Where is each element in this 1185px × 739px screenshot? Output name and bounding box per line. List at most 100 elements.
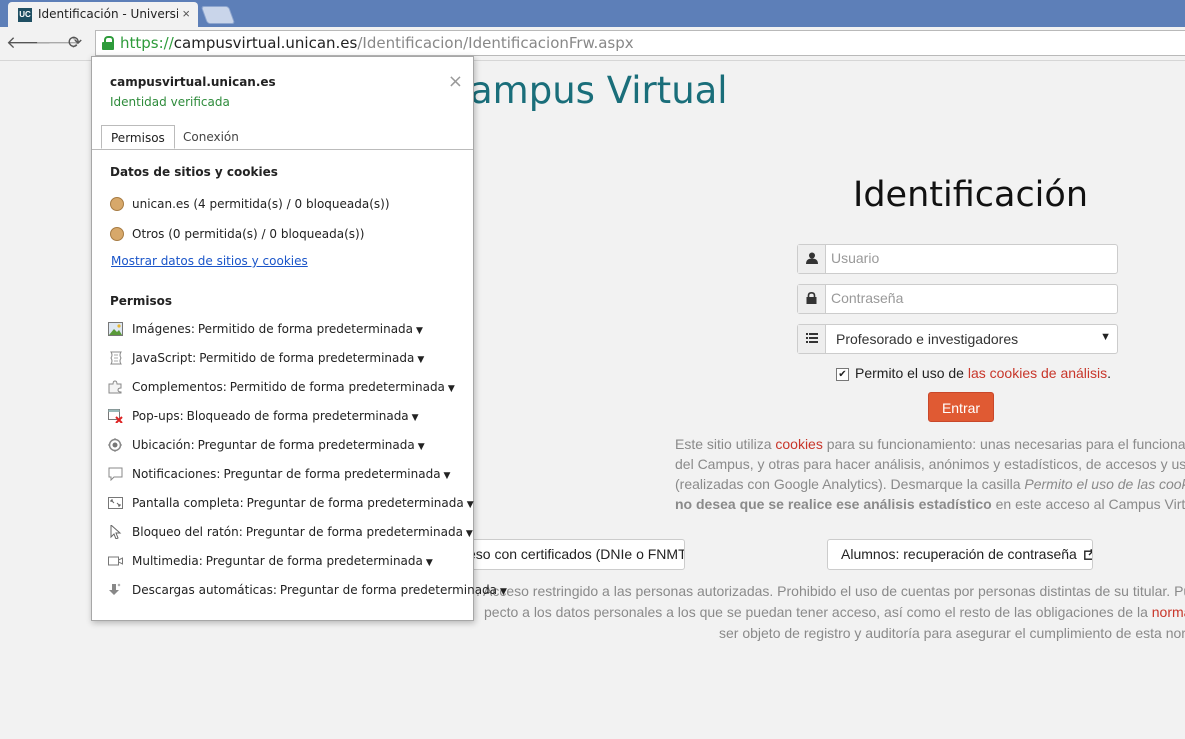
tab-title: Identificación - Universidad bbox=[38, 7, 178, 21]
permission-label: Pop-ups: bbox=[132, 409, 184, 423]
cookie-consent: ✔ Permito el uso de las cookies de anális… bbox=[836, 365, 1111, 381]
permissions-heading: Permisos bbox=[110, 294, 172, 308]
cookie-info-text: Este sitio utiliza cookies para su funci… bbox=[675, 436, 1185, 512]
cookie-icon bbox=[110, 227, 124, 241]
login-button[interactable]: Entrar bbox=[928, 392, 994, 422]
cursor-icon bbox=[108, 523, 124, 540]
permission-label: Bloqueo del ratón: bbox=[132, 525, 243, 539]
address-bar[interactable]: https://campusvirtual.unican.es/Identifi… bbox=[95, 30, 1185, 56]
permission-value: Permitido de forma predeterminada bbox=[229, 380, 445, 394]
permission-dropdown[interactable]: Preguntar de forma predeterminada ▼ bbox=[206, 554, 433, 568]
username-field[interactable] bbox=[797, 244, 1118, 274]
show-site-data-link[interactable]: Mostrar datos de sitios y cookies bbox=[111, 254, 308, 268]
permission-label: Ubicación: bbox=[132, 438, 195, 452]
permission-dropdown[interactable]: Preguntar de forma predeterminada ▼ bbox=[246, 525, 473, 539]
site-info-popup: campusvirtual.unican.es Identidad verifi… bbox=[91, 56, 507, 621]
password-recovery-label: Alumnos: recuperación de contraseña bbox=[841, 546, 1077, 562]
permission-value: Preguntar de forma predeterminada bbox=[197, 438, 415, 452]
fullscreen-icon bbox=[108, 496, 124, 511]
identity-status: Identidad verificada bbox=[110, 95, 230, 109]
normativa-link[interactable]: normativa intern bbox=[1152, 604, 1185, 620]
script-icon bbox=[108, 351, 124, 366]
permission-row: Complementos: Permitido de forma predeter… bbox=[108, 380, 455, 395]
permission-row: Bloqueo del ratón: Preguntar de forma pre… bbox=[108, 523, 473, 540]
cookie-icon bbox=[110, 197, 124, 211]
tab-close-icon[interactable]: × bbox=[182, 6, 190, 21]
browser-tab[interactable]: UC Identificación - Universidad × bbox=[8, 2, 198, 27]
role-select[interactable]: Profesorado e investigadores ▼ bbox=[797, 324, 1118, 354]
chevron-down-icon: ▼ bbox=[466, 500, 474, 510]
permission-label: JavaScript: bbox=[132, 351, 197, 365]
permission-value: Permitido de forma predeterminada bbox=[197, 322, 414, 336]
permission-dropdown[interactable]: Permitido de forma predeterminada ▼ bbox=[199, 351, 424, 365]
permission-label: Imágenes: bbox=[132, 322, 195, 336]
external-link-icon bbox=[1083, 549, 1092, 560]
chevron-down-icon: ▼ bbox=[425, 558, 433, 568]
cookie-row-otros: Otros (0 permitida(s) / 0 bloqueada(s)) bbox=[110, 227, 364, 241]
password-input[interactable] bbox=[831, 290, 1111, 306]
permission-dropdown[interactable]: Preguntar de forma predeterminada ▼ bbox=[198, 438, 425, 452]
chevron-down-icon: ▼ bbox=[443, 471, 451, 481]
permission-row: Pantalla completa: Preguntar de forma pre… bbox=[108, 496, 474, 511]
puzzle-icon bbox=[108, 380, 124, 395]
role-select-value: Profesorado e investigadores bbox=[836, 331, 1019, 347]
new-tab-button[interactable] bbox=[200, 6, 236, 24]
speech-bubble-icon bbox=[108, 467, 124, 482]
popup-tabs: Permisos Conexión bbox=[92, 125, 473, 150]
popup-site-name: campusvirtual.unican.es bbox=[110, 75, 276, 89]
chevron-down-icon: ▼ bbox=[417, 442, 425, 452]
location-icon bbox=[108, 438, 124, 453]
tab-strip: UC Identificación - Universidad × bbox=[0, 0, 1185, 27]
legal-notice-line-3: ser objeto de registro y auditoría para … bbox=[719, 625, 1185, 641]
permission-label: Descargas automáticas: bbox=[132, 583, 277, 597]
reload-button[interactable]: ⟳ bbox=[64, 32, 86, 54]
permission-row: Notificaciones: Preguntar de forma predet… bbox=[108, 467, 450, 482]
permission-dropdown[interactable]: Preguntar de forma predeterminada ▼ bbox=[247, 496, 474, 510]
chevron-down-icon: ▼ bbox=[417, 355, 425, 365]
password-recovery-button[interactable]: Alumnos: recuperación de contraseña bbox=[827, 539, 1093, 570]
chevron-down-icon: ▼ bbox=[416, 326, 423, 336]
consent-suffix: . bbox=[1107, 365, 1112, 381]
permission-value: Preguntar de forma predeterminada bbox=[279, 583, 498, 597]
cookies-heading: Datos de sitios y cookies bbox=[110, 165, 278, 179]
favicon-icon: UC bbox=[18, 8, 32, 22]
back-button[interactable]: 🡐 bbox=[6, 32, 52, 54]
permission-dropdown[interactable]: Preguntar de forma predeterminada ▼ bbox=[223, 467, 450, 481]
permission-value: Preguntar de forma predeterminada bbox=[246, 496, 464, 510]
permission-dropdown[interactable]: Permitido de forma predeterminada ▼ bbox=[230, 380, 455, 394]
permission-value: Preguntar de forma predeterminada bbox=[223, 467, 441, 481]
permission-label: Multimedia: bbox=[132, 554, 203, 568]
permission-label: Complementos: bbox=[132, 380, 227, 394]
tab-permisos[interactable]: Permisos bbox=[101, 125, 175, 149]
consent-checkbox[interactable]: ✔ bbox=[836, 367, 849, 381]
page-title: Identificación bbox=[853, 175, 1089, 215]
forward-button[interactable]: 🡒 bbox=[35, 32, 81, 54]
permission-value: Permitido de forma predeterminada bbox=[199, 351, 415, 365]
camera-icon bbox=[108, 554, 124, 569]
lock-icon[interactable] bbox=[102, 36, 114, 50]
permission-label: Pantalla completa: bbox=[132, 496, 244, 510]
chevron-down-icon: ▼ bbox=[447, 384, 455, 394]
chevron-down-icon: ▼ bbox=[500, 587, 507, 597]
permission-row: Pop-ups: Bloqueado de forma predeterminad… bbox=[108, 409, 419, 424]
permission-row: Ubicación: Preguntar de forma predetermin… bbox=[108, 438, 425, 453]
username-input[interactable] bbox=[831, 250, 1111, 266]
certificate-login-button[interactable]: eso con certificados (DNIe o FNMT) bbox=[445, 539, 685, 570]
popup-blocked-icon bbox=[108, 409, 124, 424]
permission-value: Preguntar de forma predeterminada bbox=[205, 554, 423, 568]
cookies-link[interactable]: cookies bbox=[775, 436, 822, 452]
permission-dropdown[interactable]: Permitido de forma predeterminada ▼ bbox=[198, 322, 423, 336]
permission-dropdown[interactable]: Preguntar de forma predeterminada ▼ bbox=[280, 583, 507, 597]
chevron-down-icon: ▼ bbox=[465, 529, 473, 539]
url-text: https://campusvirtual.unican.es/Identifi… bbox=[120, 34, 634, 52]
permission-dropdown[interactable]: Bloqueado de forma predeterminada ▼ bbox=[187, 409, 419, 423]
consent-label: Permito el uso de bbox=[855, 365, 968, 381]
password-field[interactable] bbox=[797, 284, 1118, 314]
tab-conexion[interactable]: Conexión bbox=[174, 125, 248, 149]
cookies-analysis-link[interactable]: las cookies de análisis bbox=[968, 365, 1107, 381]
chevron-down-icon: ▼ bbox=[411, 413, 419, 423]
permission-row: JavaScript: Permitido de forma predetermi… bbox=[108, 351, 424, 366]
permission-row: Multimedia: Preguntar de forma predetermi… bbox=[108, 554, 433, 569]
image-icon bbox=[108, 322, 124, 337]
close-icon[interactable]: × bbox=[448, 71, 463, 92]
